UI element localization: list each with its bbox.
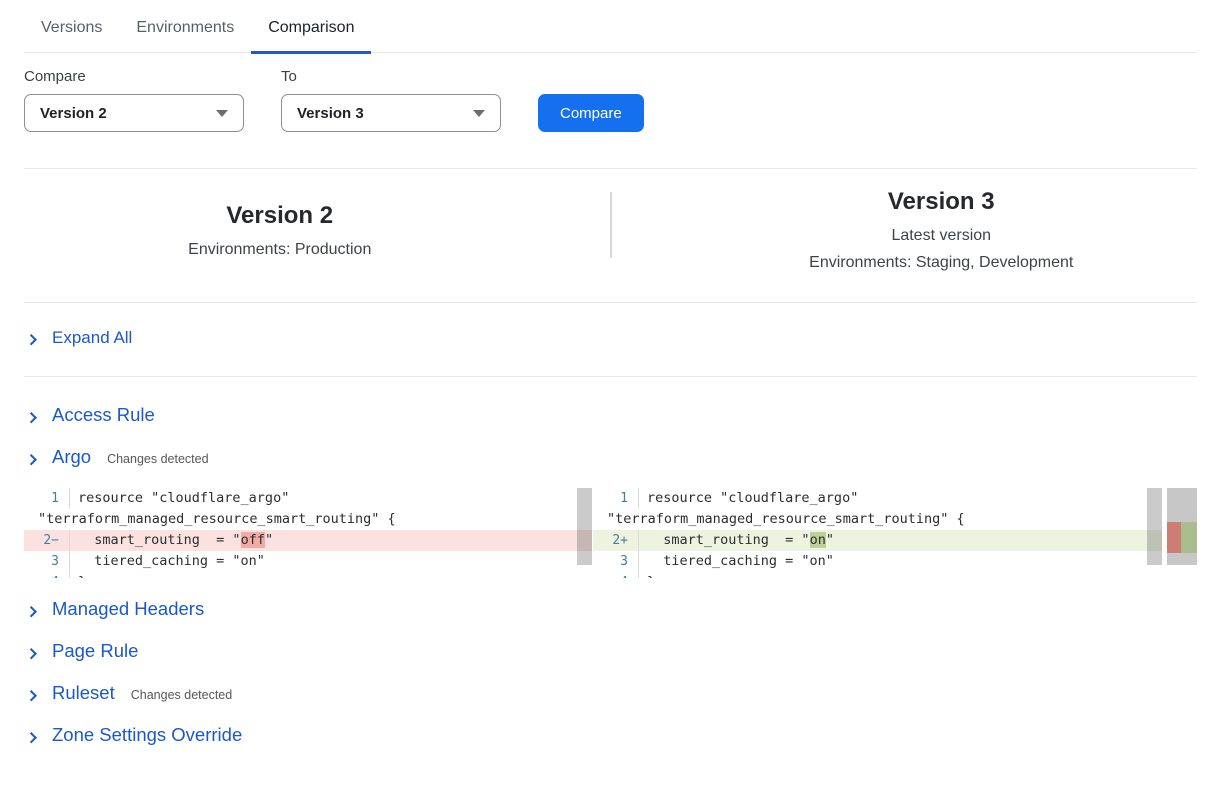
diff-line: 4 } — [593, 572, 1162, 578]
expand-all-label: Expand All — [52, 328, 132, 348]
diff-line: 3 tiered_caching = "on" — [593, 551, 1162, 572]
compare-from-value: Version 2 — [40, 105, 107, 122]
code-text: resource "cloudflare_argo" — [70, 488, 592, 509]
compare-from-label: Compare — [24, 68, 244, 85]
right-version-environments: Environments: Staging, Development — [809, 249, 1073, 276]
section-page-rule[interactable]: Page Rule — [24, 640, 1197, 662]
minimap-change-band — [1167, 522, 1197, 553]
code-text: smart_routing = "off" — [70, 530, 592, 551]
section-label: Access Rule — [52, 404, 155, 426]
line-number: 2+ — [593, 530, 639, 551]
diff-line: 4 } — [24, 572, 592, 578]
line-number: 2− — [24, 530, 70, 551]
line-number — [593, 509, 607, 530]
diff-minimap[interactable] — [1167, 488, 1197, 565]
chevron-down-icon — [216, 110, 228, 117]
section-argo[interactable]: Argo Changes detected — [24, 446, 1197, 468]
left-version-environments: Environments: Production — [188, 236, 371, 263]
code-text: } — [639, 572, 1162, 578]
removed-word-highlight: off — [241, 532, 265, 548]
compare-from-select[interactable]: Version 2 — [24, 94, 244, 132]
code-text: } — [70, 572, 592, 578]
code-text: smart_routing = "on" — [639, 530, 1162, 551]
diff-line: 1 resource "cloudflare_argo" — [24, 488, 592, 509]
section-access-rule[interactable]: Access Rule — [24, 404, 1197, 426]
compare-to-field: To Version 3 — [281, 68, 501, 132]
expand-all-button[interactable]: Expand All — [24, 328, 1197, 348]
chevron-right-icon — [26, 412, 37, 423]
diff-pane-left: 1 resource "cloudflare_argo" "terraform_… — [24, 488, 592, 578]
line-number: 4 — [24, 572, 70, 578]
diff-line-added: 2+ smart_routing = "on" — [593, 530, 1162, 551]
code-text: "terraform_managed_resource_smart_routin… — [38, 509, 592, 530]
compare-button[interactable]: Compare — [538, 94, 644, 132]
version-header-right: Version 3 Latest version Environments: S… — [612, 186, 1198, 276]
code-text: "terraform_managed_resource_smart_routin… — [607, 509, 1162, 530]
version-header-left: Version 2 Environments: Production — [24, 186, 610, 276]
added-word-highlight: on — [810, 532, 826, 548]
chevron-down-icon — [473, 110, 485, 117]
section-zone-settings-override[interactable]: Zone Settings Override — [24, 724, 1197, 746]
comparison-page: Versions Environments Comparison Compare… — [0, 0, 1224, 788]
chevron-right-icon — [26, 606, 37, 617]
chevron-right-icon — [26, 334, 37, 345]
code-text: tiered_caching = "on" — [639, 551, 1162, 572]
chevron-right-icon — [26, 648, 37, 659]
diff-line: 1 resource "cloudflare_argo" — [593, 488, 1162, 509]
right-pane-scrollbar[interactable] — [1147, 488, 1162, 565]
section-label: Page Rule — [52, 640, 138, 662]
line-number: 1 — [24, 488, 70, 509]
section-managed-headers[interactable]: Managed Headers — [24, 598, 1197, 620]
left-pane-scrollbar[interactable] — [577, 488, 592, 565]
line-number: 3 — [24, 551, 70, 572]
right-version-title: Version 3 — [888, 188, 995, 216]
code-text: resource "cloudflare_argo" — [639, 488, 1162, 509]
section-label: Ruleset — [52, 682, 115, 704]
tab-versions[interactable]: Versions — [24, 13, 119, 52]
line-number — [24, 509, 38, 530]
right-version-subtitle: Latest version — [891, 222, 991, 249]
compare-to-value: Version 3 — [297, 105, 364, 122]
section-label: Argo — [52, 446, 91, 468]
diff-pane-right: 1 resource "cloudflare_argo" "terraform_… — [593, 488, 1162, 578]
section-ruleset[interactable]: Ruleset Changes detected — [24, 682, 1197, 704]
compare-from-field: Compare Version 2 — [24, 68, 244, 132]
line-number: 4 — [593, 572, 639, 578]
diff-line-removed: 2− smart_routing = "off" — [24, 530, 592, 551]
compare-to-label: To — [281, 68, 501, 85]
chevron-right-icon — [26, 732, 37, 743]
diff-line-wrap: "terraform_managed_resource_smart_routin… — [24, 509, 592, 530]
argo-diff-viewer: 1 resource "cloudflare_argo" "terraform_… — [24, 488, 1197, 578]
tab-environments[interactable]: Environments — [119, 13, 251, 52]
section-label: Zone Settings Override — [52, 724, 242, 746]
diff-line: 3 tiered_caching = "on" — [24, 551, 592, 572]
code-text: tiered_caching = "on" — [70, 551, 592, 572]
section-label: Managed Headers — [52, 598, 204, 620]
expand-all-row: Expand All — [24, 303, 1197, 377]
compare-form: Compare Version 2 To Version 3 Compare — [24, 68, 1197, 132]
changes-detected-badge: Changes detected — [107, 452, 208, 466]
line-number: 1 — [593, 488, 639, 509]
changes-detected-badge: Changes detected — [131, 688, 232, 702]
diff-line-wrap: "terraform_managed_resource_smart_routin… — [593, 509, 1162, 530]
tab-bar: Versions Environments Comparison — [24, 0, 1197, 53]
minimap-removed-marker — [1167, 522, 1181, 553]
chevron-right-icon — [26, 454, 37, 465]
chevron-right-icon — [26, 690, 37, 701]
left-version-title: Version 2 — [226, 202, 333, 230]
minimap-added-marker — [1181, 522, 1197, 553]
compare-to-select[interactable]: Version 3 — [281, 94, 501, 132]
version-headers: Version 2 Environments: Production Versi… — [24, 168, 1197, 303]
tab-comparison[interactable]: Comparison — [251, 13, 371, 52]
line-number: 3 — [593, 551, 639, 572]
